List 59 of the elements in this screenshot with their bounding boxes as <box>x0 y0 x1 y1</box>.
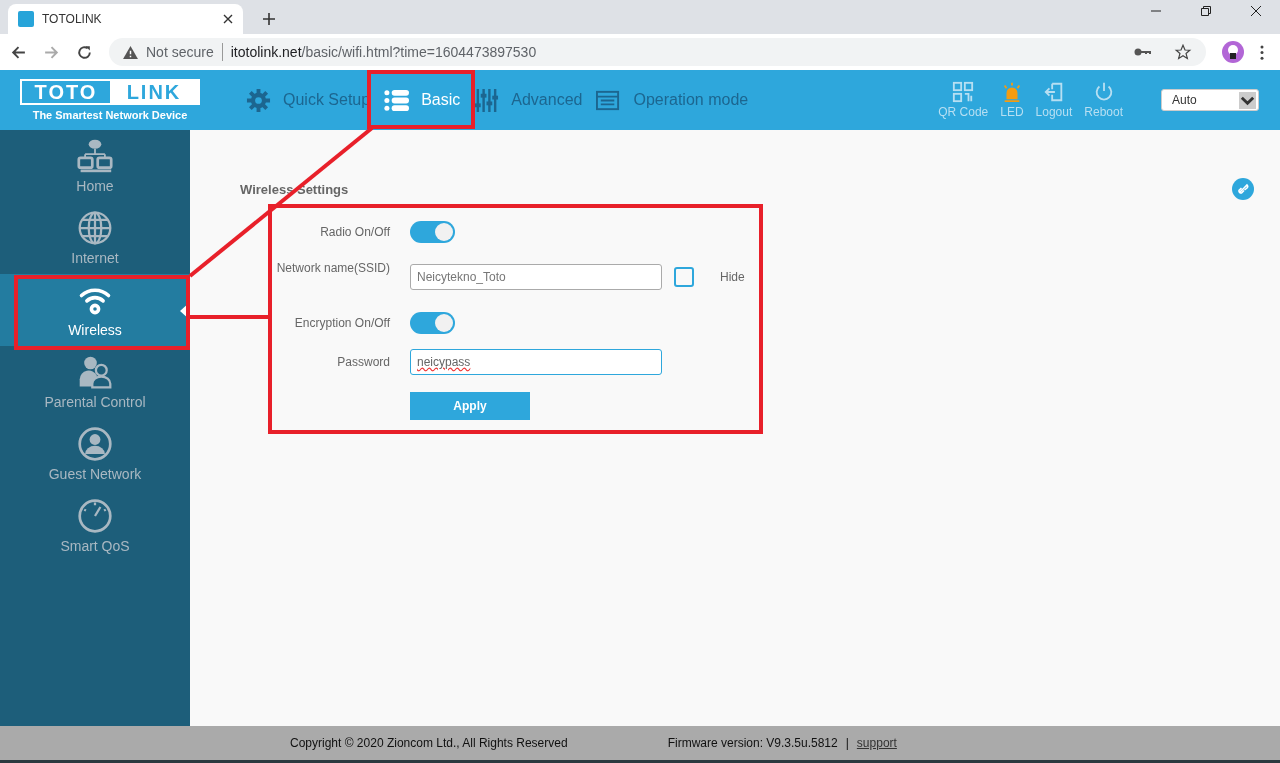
browser-tab[interactable]: TOTOLINK <box>8 4 243 34</box>
warning-icon <box>123 45 138 59</box>
tab-title: TOTOLINK <box>42 12 103 26</box>
apply-button[interactable]: Apply <box>410 391 530 420</box>
restore-icon[interactable] <box>1200 5 1212 17</box>
globe-icon <box>77 210 113 246</box>
url-text: itotolink.net/basic/wifi.html?time=1604473897530 <box>230 44 537 60</box>
field-label: Radio On/Off <box>319 224 391 239</box>
qr-code-button[interactable]: QR Code <box>938 81 989 119</box>
reboot-button[interactable]: Reboot <box>1084 81 1123 119</box>
chevron-down-icon <box>1239 91 1256 109</box>
security-label: Not secure <box>146 44 214 60</box>
field-label: Password <box>336 354 391 369</box>
toggle-switch[interactable] <box>410 311 455 334</box>
logout-button[interactable]: Logout <box>1035 81 1073 119</box>
nav-tab[interactable]: Advanced <box>468 80 589 120</box>
sidebar-item[interactable]: Home <box>0 130 190 202</box>
toggle-switch[interactable] <box>410 220 455 243</box>
close-icon[interactable] <box>223 14 233 24</box>
input-field[interactable]: neicypass <box>410 348 662 375</box>
sidebar-item[interactable]: Smart QoS <box>0 490 190 562</box>
firmware-version: Firmware version: V9.3.5u.5812 <box>667 736 838 750</box>
tagline: The Smartest Network Device <box>32 109 188 121</box>
menu-icon[interactable] <box>1260 44 1264 60</box>
nav-tab[interactable]: Operation mode <box>590 80 755 120</box>
field-label: Encryption On/Off <box>293 315 391 330</box>
checkbox-label: Hide <box>720 270 745 284</box>
checkbox[interactable] <box>674 267 694 287</box>
gear-icon <box>246 87 271 113</box>
nav-tab[interactable]: Basic <box>378 80 467 120</box>
parental-icon <box>77 354 113 390</box>
input-field[interactable]: Neicytekno_Toto <box>410 264 662 290</box>
list-icon <box>384 87 410 113</box>
reload-icon[interactable] <box>76 43 93 61</box>
totolink-favicon-icon <box>18 11 34 27</box>
separator-text: | <box>845 736 849 750</box>
qr-code-icon <box>952 81 975 103</box>
sidebar-item[interactable]: Internet <box>0 202 190 274</box>
star-icon[interactable] <box>1174 44 1192 60</box>
sidebar-item[interactable]: Parental Control <box>0 346 190 418</box>
avatar-icon[interactable] <box>1222 41 1244 63</box>
led-button[interactable]: LED <box>1000 81 1024 119</box>
link-icon[interactable] <box>1232 178 1254 200</box>
logo-text: TOTO <box>33 81 99 103</box>
logo-text: LINK <box>110 81 198 103</box>
logout-icon <box>1042 81 1065 103</box>
field-label: Network name(SSID) <box>275 261 391 275</box>
home-icon <box>77 138 113 174</box>
copyright-text: Copyright © 2020 Zioncom Ltd., All Rights Reserved <box>290 736 568 750</box>
sidebar-item[interactable]: Guest Network <box>0 418 190 490</box>
sidebar-item[interactable]: Wireless <box>0 274 190 346</box>
new-tab-icon[interactable] <box>263 13 275 25</box>
support-link[interactable]: support <box>856 736 897 750</box>
gauge-icon <box>77 498 113 534</box>
language-select[interactable]: Auto <box>1161 89 1259 111</box>
address-bar[interactable]: Not secure itotolink.net/basic/wifi.html?time=1604473897530 <box>109 38 1206 66</box>
sliders-icon <box>474 87 500 113</box>
close-icon[interactable] <box>1250 5 1262 17</box>
guest-icon <box>77 426 113 462</box>
